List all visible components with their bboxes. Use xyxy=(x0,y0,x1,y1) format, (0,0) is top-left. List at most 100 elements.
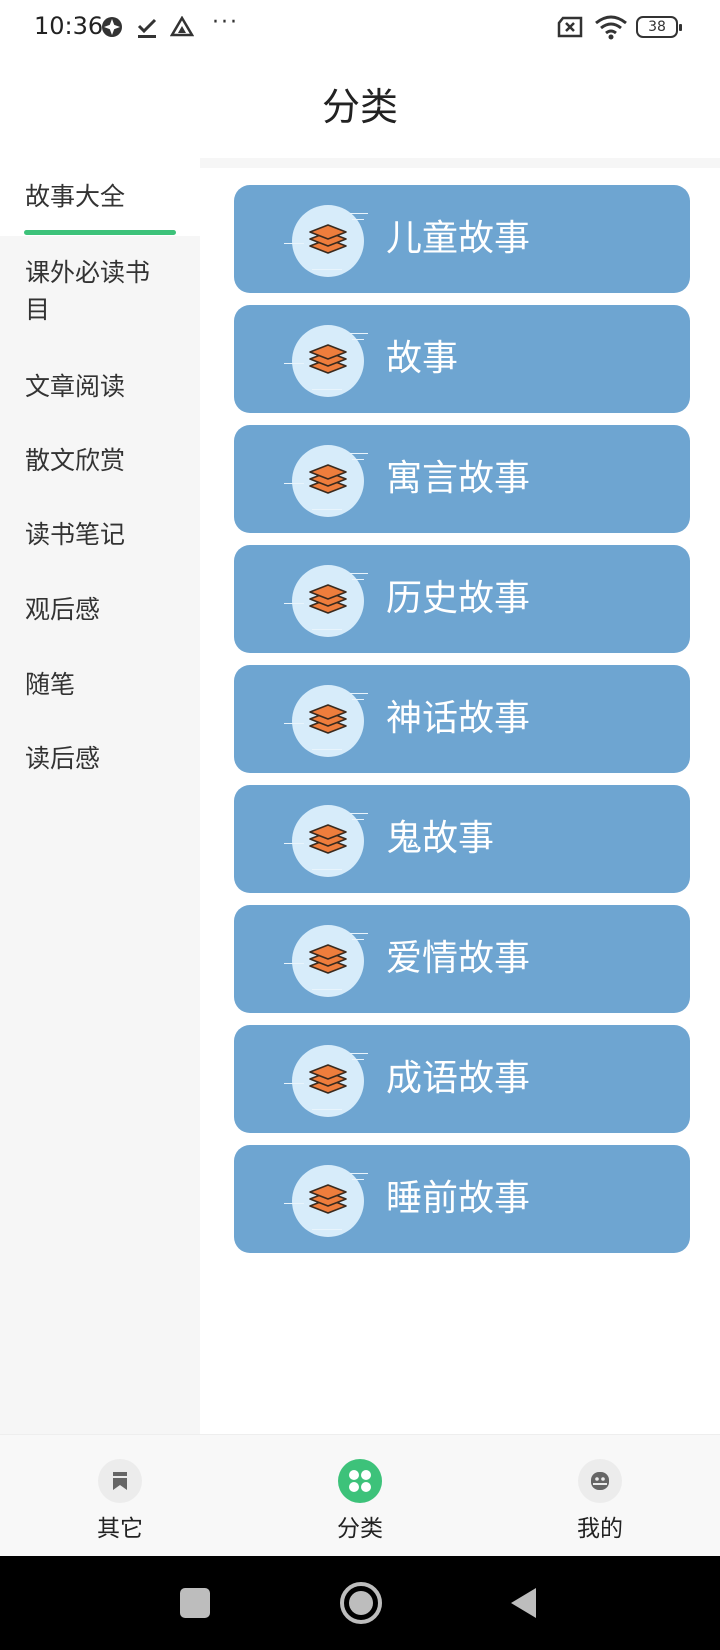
sidebar-item-essays[interactable]: 随笔 xyxy=(0,666,200,703)
bookmark-icon xyxy=(98,1459,142,1503)
speed-line xyxy=(312,1109,342,1110)
layers-icon xyxy=(284,205,368,277)
sidebar: 故事大全 课外必读书目 文章阅读 散文欣赏 读书笔记 观后感 随笔 读后感 xyxy=(0,158,200,1434)
nav-categories[interactable]: 分类 xyxy=(300,1435,420,1557)
speed-line xyxy=(312,509,342,510)
sidebar-item-label: 读后感 xyxy=(25,744,101,773)
speed-line xyxy=(350,933,368,934)
battery-icon: 38 xyxy=(636,16,682,38)
recent-apps-button[interactable] xyxy=(180,1588,210,1618)
nav-label: 其它 xyxy=(97,1516,143,1542)
layers-icon xyxy=(284,925,368,997)
speed-line xyxy=(284,843,304,844)
system-nav-bar xyxy=(0,1556,720,1650)
category-card[interactable]: 儿童故事 xyxy=(234,185,690,293)
bottom-nav: 其它 分类 我的 xyxy=(0,1434,720,1556)
category-label: 故事 xyxy=(386,338,459,379)
speed-line xyxy=(350,453,368,454)
category-label: 神话故事 xyxy=(386,698,531,739)
layers-icon xyxy=(284,1045,368,1117)
no-sim-icon xyxy=(556,14,584,40)
speed-line xyxy=(350,213,368,214)
sidebar-item-required-reading[interactable]: 课外必读书目 xyxy=(0,254,200,328)
category-label: 成语故事 xyxy=(386,1058,531,1099)
category-label: 睡前故事 xyxy=(386,1178,531,1219)
category-card[interactable]: 历史故事 xyxy=(234,545,690,653)
sidebar-item-label: 故事大全 xyxy=(25,182,126,211)
category-label: 寓言故事 xyxy=(386,458,531,499)
sidebar-item-movie-reviews[interactable]: 观后感 xyxy=(0,591,200,628)
speed-line xyxy=(284,963,304,964)
speed-line xyxy=(312,269,342,270)
status-bar: 10:36 ··· 38 xyxy=(0,0,720,56)
sidebar-item-label: 观后感 xyxy=(25,595,101,624)
speed-line xyxy=(352,1179,364,1180)
speed-line xyxy=(352,819,364,820)
speed-line xyxy=(352,579,364,580)
back-button[interactable] xyxy=(508,1586,538,1620)
speed-line xyxy=(312,869,342,870)
drive-icon xyxy=(170,14,194,40)
category-card[interactable]: 神话故事 xyxy=(234,665,690,773)
sidebar-item-article-reading[interactable]: 文章阅读 xyxy=(0,368,200,405)
home-button-dot xyxy=(349,1591,373,1615)
download-done-icon xyxy=(136,14,158,40)
speed-line xyxy=(352,939,364,940)
home-button[interactable] xyxy=(340,1582,382,1624)
category-card[interactable]: 鬼故事 xyxy=(234,785,690,893)
layers-icon xyxy=(284,1165,368,1237)
page-title: 分类 xyxy=(321,85,398,129)
speed-line xyxy=(284,1203,304,1204)
sidebar-item-book-reviews[interactable]: 读后感 xyxy=(0,740,200,777)
sidebar-item-label: 文章阅读 xyxy=(25,372,126,401)
category-card[interactable]: 睡前故事 xyxy=(234,1145,690,1253)
active-tab-indicator xyxy=(24,230,176,235)
speed-line xyxy=(284,483,304,484)
sidebar-item-reading-notes[interactable]: 读书笔记 xyxy=(0,516,200,553)
speed-line xyxy=(352,1059,364,1060)
speed-line xyxy=(352,339,364,340)
speed-line xyxy=(352,459,364,460)
content-divider xyxy=(200,158,720,168)
nav-profile[interactable]: 我的 xyxy=(540,1435,660,1557)
category-card[interactable]: 成语故事 xyxy=(234,1025,690,1133)
layers-icon xyxy=(284,445,368,517)
speed-line xyxy=(352,219,364,220)
grid-icon xyxy=(338,1459,382,1503)
sidebar-item-label: 课外必读书目 xyxy=(25,258,151,324)
nav-label: 我的 xyxy=(577,1516,623,1542)
speed-line xyxy=(350,1053,368,1054)
sidebar-item-label: 随笔 xyxy=(25,670,76,699)
speed-line xyxy=(350,573,368,574)
category-label: 鬼故事 xyxy=(386,818,495,859)
speed-line xyxy=(284,1083,304,1084)
wifi-icon xyxy=(594,14,628,40)
speed-line xyxy=(352,699,364,700)
category-label: 历史故事 xyxy=(386,578,531,619)
speed-line xyxy=(312,1229,342,1230)
layers-icon xyxy=(284,325,368,397)
speed-line xyxy=(312,989,342,990)
status-time: 10:36 xyxy=(34,12,104,40)
category-label: 爱情故事 xyxy=(386,938,531,979)
speed-line xyxy=(312,389,342,390)
sidebar-item-prose[interactable]: 散文欣赏 xyxy=(0,442,200,479)
nav-label: 分类 xyxy=(337,1516,383,1542)
speed-line xyxy=(350,1173,368,1174)
layers-icon xyxy=(284,685,368,757)
nav-other[interactable]: 其它 xyxy=(60,1435,180,1557)
layers-icon xyxy=(284,805,368,877)
speed-line xyxy=(312,749,342,750)
category-card[interactable]: 爱情故事 xyxy=(234,905,690,1013)
category-label: 儿童故事 xyxy=(386,218,531,259)
category-card[interactable]: 寓言故事 xyxy=(234,425,690,533)
speed-line xyxy=(284,243,304,244)
speed-line xyxy=(284,723,304,724)
sidebar-item-label: 散文欣赏 xyxy=(25,446,126,475)
speed-line xyxy=(350,813,368,814)
speed-line xyxy=(284,363,304,364)
category-card[interactable]: 故事 xyxy=(234,305,690,413)
sidebar-item-story-collection[interactable]: 故事大全 xyxy=(0,158,200,236)
speed-line xyxy=(350,693,368,694)
profile-icon xyxy=(578,1459,622,1503)
